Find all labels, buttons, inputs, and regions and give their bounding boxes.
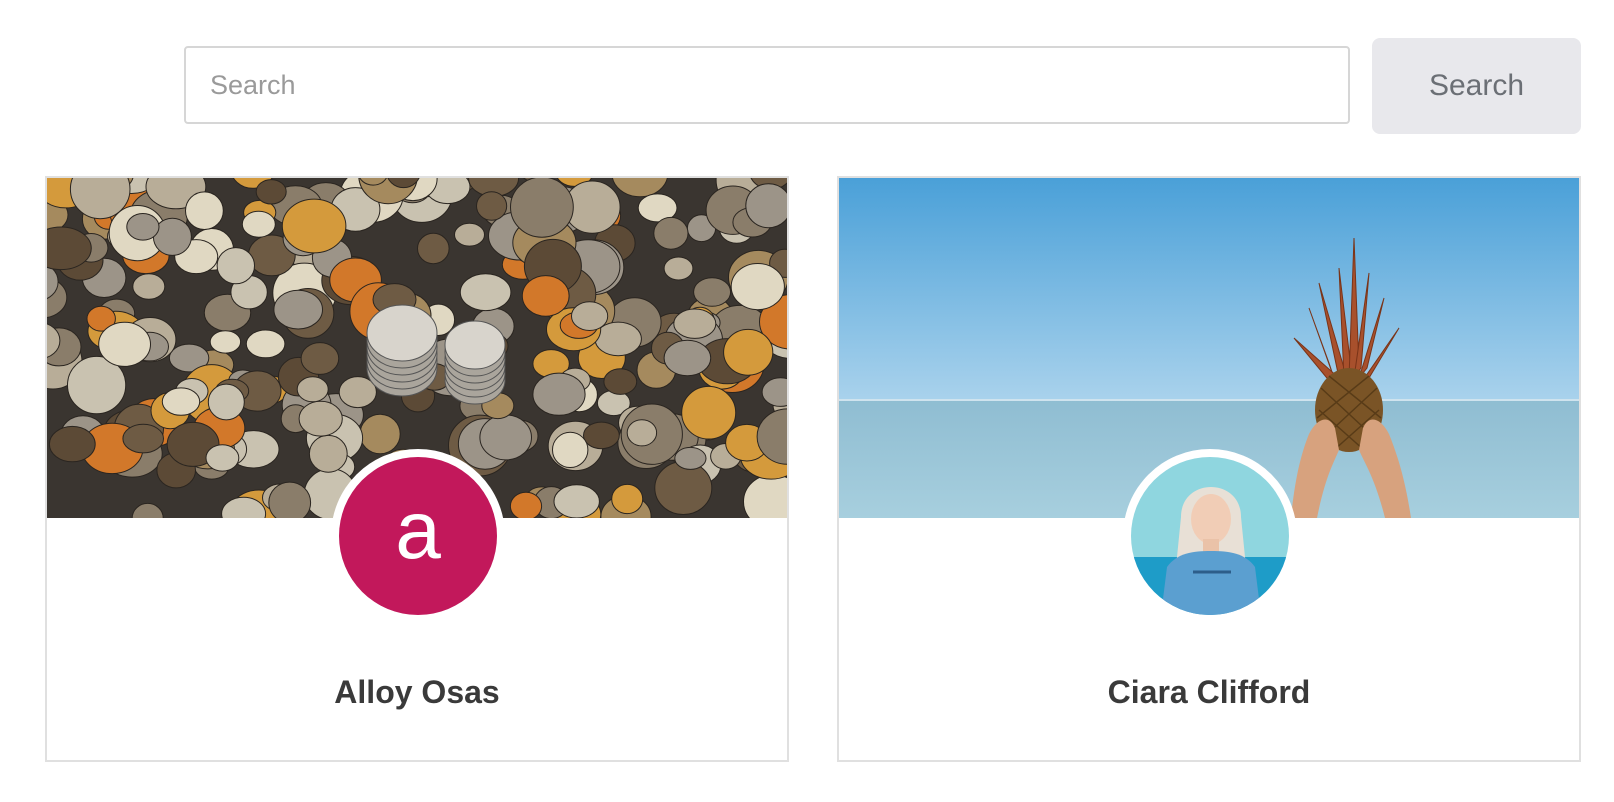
search-button[interactable]: Search [1372,38,1581,134]
avatar-frame: a [331,449,505,623]
search-input[interactable] [184,46,1350,124]
avatar[interactable]: a [339,457,497,615]
profile-card[interactable]: Ciara Clifford [837,176,1581,762]
profile-name[interactable]: Ciara Clifford [839,674,1579,711]
avatar-frame [1123,449,1297,623]
search-bar: Search [184,38,1581,134]
avatar[interactable] [1131,457,1289,615]
profile-card[interactable]: a Alloy Osas [45,176,789,762]
profile-name[interactable]: Alloy Osas [47,674,787,711]
